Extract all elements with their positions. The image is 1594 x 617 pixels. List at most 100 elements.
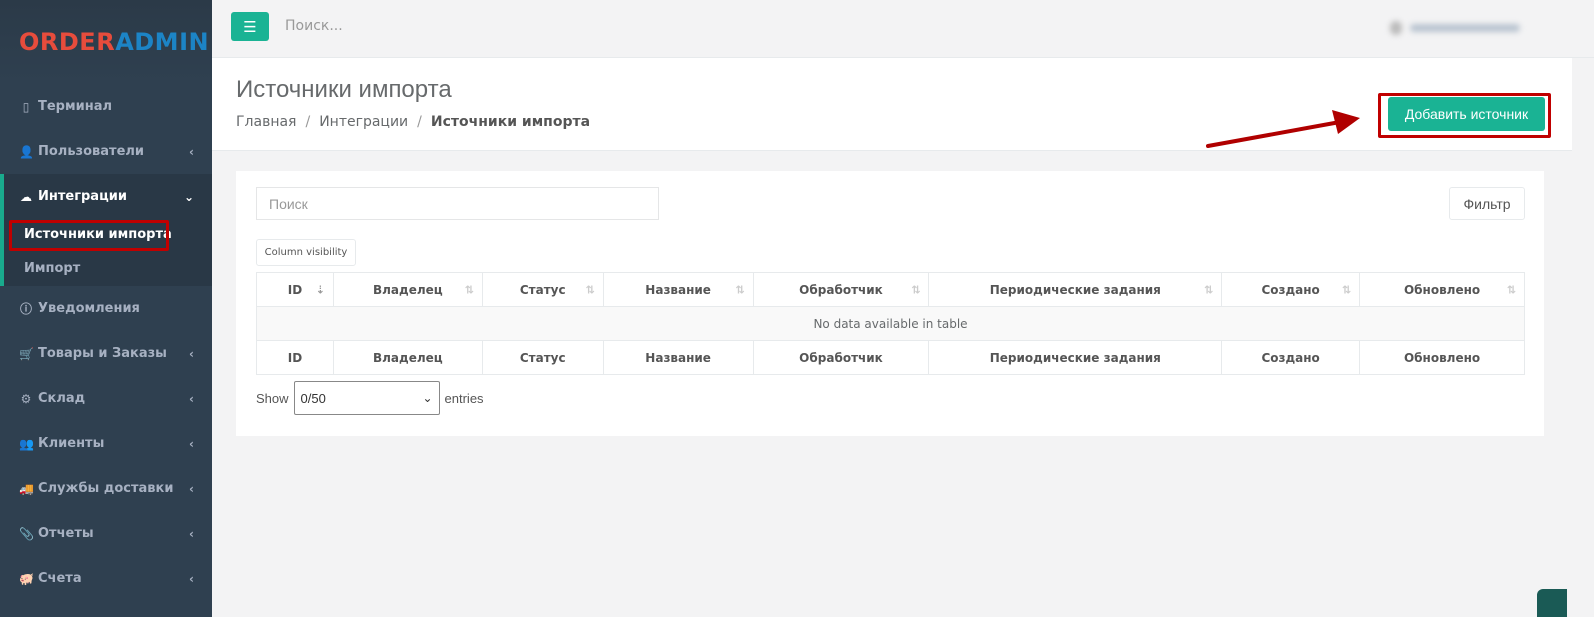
entries-select[interactable]: 0/50 ⌄ xyxy=(293,381,440,415)
sidebar-item-reports[interactable]: 📎 Отчеты ‹ xyxy=(0,511,212,556)
annotation-arrow xyxy=(1206,110,1360,148)
entries-label: entries xyxy=(444,390,484,406)
empty-table-message: No data available in table xyxy=(256,306,1525,341)
sidebar-item-clients[interactable]: 👥 Клиенты ‹ xyxy=(0,421,212,466)
sidebar-item-label: Интеграции xyxy=(38,189,127,204)
chevron-down-icon: ⌄ xyxy=(422,391,433,405)
mobile-icon: ▯ xyxy=(22,99,30,114)
sort-desc-icon: ⇣ xyxy=(315,283,325,296)
sort-icon: ⇅ xyxy=(464,283,474,296)
sort-icon: ⇅ xyxy=(585,283,595,296)
footer-column-created: Создано xyxy=(1221,340,1361,375)
top-search-input[interactable]: Поиск... xyxy=(285,18,343,34)
footer-column-id: ID xyxy=(256,340,334,375)
sidebar-item-label: Клиенты xyxy=(38,436,105,451)
page-title: Источники импорта xyxy=(236,76,452,103)
user-name-blurred xyxy=(1410,24,1520,32)
footer-column-handler: Обработчик xyxy=(752,340,930,375)
user-menu[interactable] xyxy=(1390,20,1530,36)
filter-button[interactable]: Фильтр xyxy=(1449,187,1525,220)
sidebar-subitem-label: Импорт xyxy=(24,260,81,276)
breadcrumb-integrations[interactable]: Интеграции xyxy=(319,114,408,130)
footer-column-name: Название xyxy=(602,340,754,375)
sidebar-item-label: Пользователи xyxy=(38,144,145,159)
column-header-name[interactable]: Название ⇅ xyxy=(602,272,754,307)
column-header-periodic-tasks[interactable]: Периодические задания ⇅ xyxy=(928,272,1223,307)
sidebar-item-products-orders[interactable]: 🛒 Товары и Заказы ‹ xyxy=(0,331,212,376)
data-table: ID ⇣ Владелец ⇅ Статус ⇅ Название ⇅ Обработч… xyxy=(256,272,1525,375)
column-visibility-button[interactable]: Column visibility xyxy=(256,239,356,266)
add-source-button[interactable]: Добавить источник xyxy=(1388,97,1545,131)
chevron-left-icon: ‹ xyxy=(189,144,194,159)
sidebar-subitem-import[interactable]: Импорт xyxy=(4,250,212,286)
sidebar-item-integrations[interactable]: ☁ Интеграции ⌄ xyxy=(4,174,212,219)
sidebar-item-label: Службы доставки xyxy=(38,481,174,496)
sidebar-item-terminal[interactable]: ▯ Терминал xyxy=(0,84,212,129)
info-icon: ⓘ xyxy=(19,302,32,316)
sidebar-item-label: Отчеты xyxy=(38,526,94,541)
table-panel: Поиск Фильтр Column visibility ID ⇣ Владе… xyxy=(236,171,1544,436)
highlight-box xyxy=(9,220,169,251)
paperclip-icon: 📎 xyxy=(19,526,34,541)
sidebar-item-accounts[interactable]: 🐖 Счета ‹ xyxy=(0,556,212,601)
cart-icon: 🛒 xyxy=(19,346,34,361)
sort-icon: ⇅ xyxy=(911,283,921,296)
breadcrumb-current: Источники импорта xyxy=(430,114,591,130)
breadcrumb-separator: / xyxy=(417,114,422,130)
chevron-left-icon: ‹ xyxy=(189,571,194,586)
table-row-empty: No data available in table xyxy=(256,306,1525,341)
menu-toggle-button[interactable]: ☰ xyxy=(231,12,269,41)
chat-widget-button[interactable] xyxy=(1537,589,1567,617)
sidebar-item-label: Уведомления xyxy=(38,301,140,316)
column-header-status[interactable]: Статус ⇅ xyxy=(481,272,604,307)
piggy-bank-icon: 🐖 xyxy=(19,571,34,586)
breadcrumb-home[interactable]: Главная xyxy=(236,114,296,130)
truck-icon: 🚚 xyxy=(19,481,34,496)
sidebar-subitem-import-sources[interactable]: Источники импорта xyxy=(4,219,212,251)
users-icon: 👥 xyxy=(19,436,34,451)
chevron-left-icon: ‹ xyxy=(189,346,194,361)
sort-icon: ⇅ xyxy=(735,283,745,296)
column-header-handler[interactable]: Обработчик ⇅ xyxy=(752,272,930,307)
brand-logo[interactable]: ORDERADMIN xyxy=(19,28,209,56)
sidebar-item-warehouse[interactable]: ⚙ Склад ‹ xyxy=(0,376,212,421)
chevron-down-icon: ⌄ xyxy=(183,189,194,204)
sidebar-group-integrations: ☁ Интеграции ⌄ Источники импорта Импорт xyxy=(0,174,212,286)
logo-area: ORDERADMIN xyxy=(0,0,212,84)
show-label: Show xyxy=(256,390,289,406)
sidebar-item-delivery[interactable]: 🚚 Службы доставки ‹ xyxy=(0,466,212,511)
topbar: ☰ Поиск... xyxy=(212,0,1594,58)
chevron-left-icon: ‹ xyxy=(189,526,194,541)
entries-select-value: 0/50 xyxy=(300,390,326,406)
column-header-owner[interactable]: Владелец ⇅ xyxy=(332,272,483,307)
hamburger-icon: ☰ xyxy=(243,17,257,36)
search-input[interactable]: Поиск xyxy=(256,187,659,220)
avatar xyxy=(1390,21,1402,35)
breadcrumb-separator: / xyxy=(305,114,311,130)
sidebar-item-label: Склад xyxy=(38,391,86,406)
column-header-updated[interactable]: Обновлено ⇅ xyxy=(1359,272,1525,307)
sort-icon: ⇅ xyxy=(1341,283,1352,296)
footer-column-owner: Владелец xyxy=(332,340,483,375)
column-header-created[interactable]: Создано ⇅ xyxy=(1221,272,1361,307)
sidebar-item-notifications[interactable]: ⓘ Уведомления xyxy=(0,286,212,331)
footer-column-updated: Обновлено xyxy=(1359,340,1525,375)
column-header-id[interactable]: ID ⇣ xyxy=(256,272,334,307)
sidebar: ORDERADMIN ▯ Терминал 👤 Пользователи ‹ ☁… xyxy=(0,0,212,617)
cloud-icon: ☁ xyxy=(20,189,32,204)
sidebar-item-label: Товары и Заказы xyxy=(38,346,167,361)
sidebar-item-label: Счета xyxy=(38,571,82,586)
chevron-left-icon: ‹ xyxy=(189,391,194,406)
user-icon: 👤 xyxy=(19,144,34,159)
cubes-icon: ⚙ xyxy=(20,391,32,406)
sort-icon: ⇅ xyxy=(1506,283,1516,296)
sidebar-item-label: Терминал xyxy=(38,99,113,114)
chevron-left-icon: ‹ xyxy=(189,436,194,451)
chevron-left-icon: ‹ xyxy=(189,481,194,496)
sidebar-item-users[interactable]: 👤 Пользователи ‹ xyxy=(0,129,212,174)
sort-icon: ⇅ xyxy=(1203,283,1214,296)
footer-column-status: Статус xyxy=(481,340,604,375)
page-length-control: Show 0/50 ⌄ entries xyxy=(256,381,484,415)
footer-column-periodic-tasks: Периодические задания xyxy=(928,340,1223,375)
breadcrumb: Главная / Интеграции / Источники импорта xyxy=(236,114,590,130)
